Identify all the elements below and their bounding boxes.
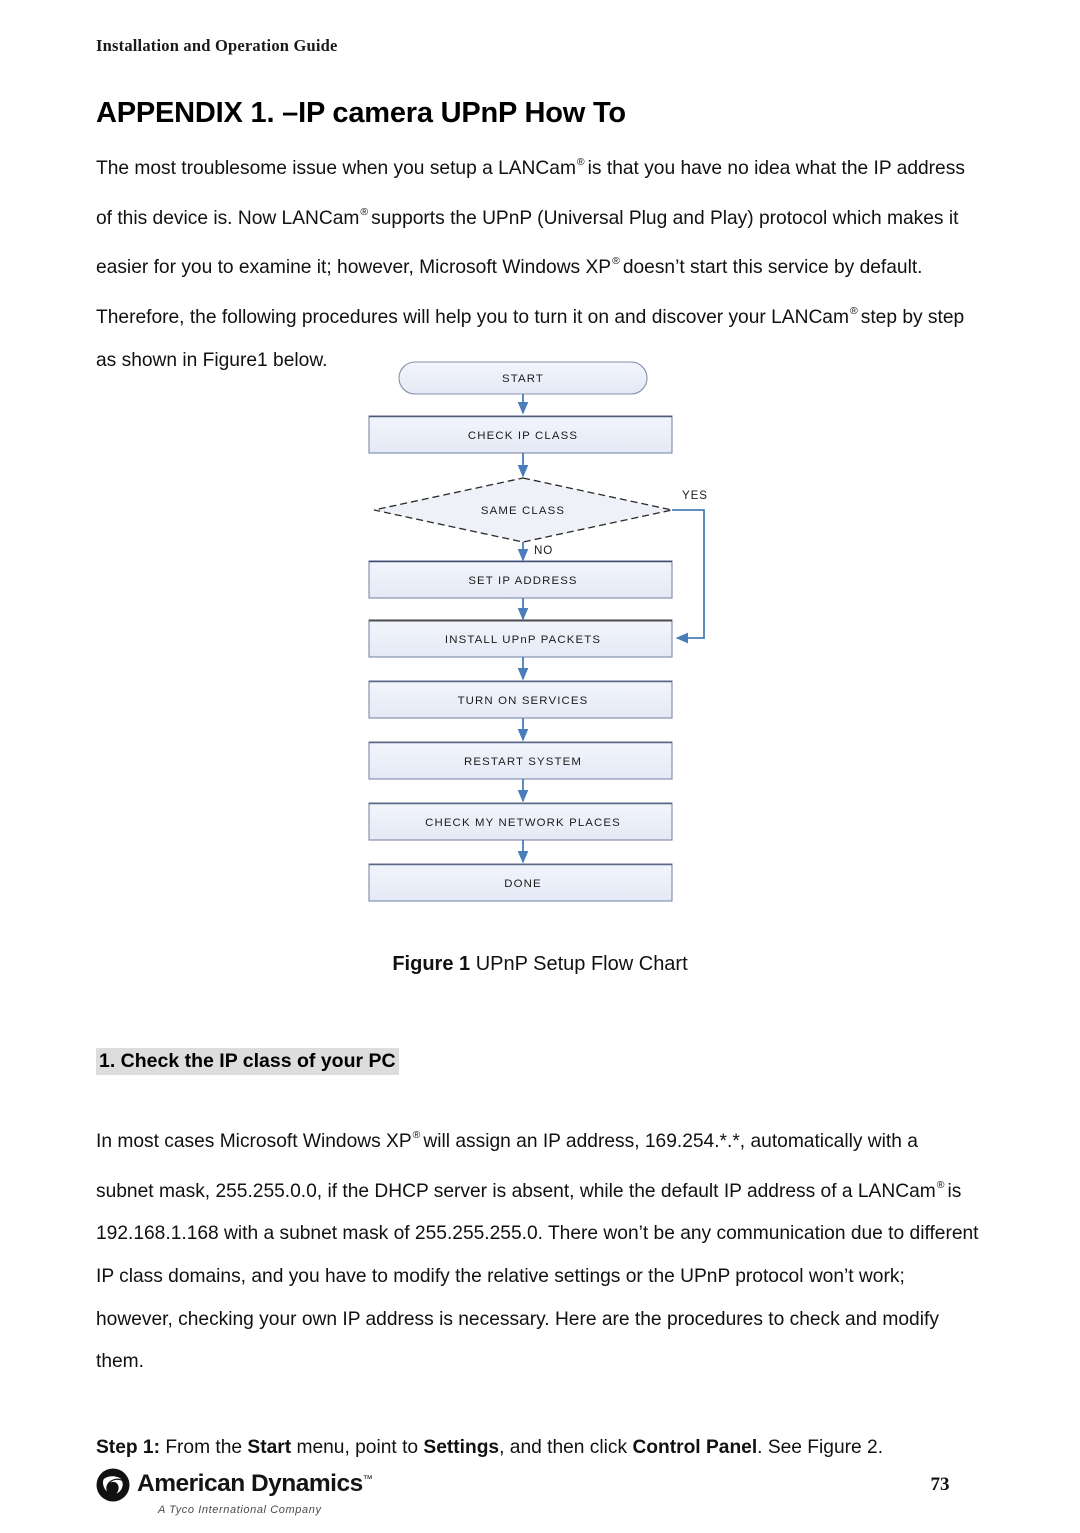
- flow-node-install-upnp-packets-label: INSTALL UPnP PACKETS: [445, 634, 601, 646]
- ipclass-text-1: In most cases Microsoft Windows XP: [96, 1131, 412, 1153]
- ipclass-text-3: is 192.168.1.168 with a subnet mask of 2…: [96, 1180, 979, 1373]
- flow-node-set-ip-address-label: SET IP ADDRESS: [468, 575, 577, 587]
- step-1-bold-settings: Settings: [423, 1437, 500, 1459]
- footer-brand-name: American Dynamics™: [137, 1470, 373, 1498]
- intro-paragraph: The most troublesome issue when you setu…: [96, 141, 980, 382]
- footer-brand-text: American Dynamics: [137, 1470, 363, 1497]
- flow-node-install-upnp-packets: INSTALL UPnP PACKETS: [368, 619, 673, 658]
- flow-node-check-my-network-places-label: CHECK MY NETWORK PLACES: [425, 817, 621, 829]
- footer-tagline: A Tyco International Company: [158, 1504, 322, 1516]
- flow-node-done: DONE: [368, 863, 673, 902]
- section-heading: 1. Check the IP class of your PC: [96, 1048, 399, 1075]
- flow-node-set-ip-address: SET IP ADDRESS: [368, 560, 673, 599]
- flow-node-turn-on-services: TURN ON SERVICES: [368, 680, 673, 719]
- figure-caption-number: Figure 1: [392, 953, 471, 975]
- registered-mark-icon: ®: [412, 1129, 421, 1142]
- step-1-text-4: . See Figure 2.: [757, 1437, 884, 1459]
- registered-mark-icon: ®: [360, 205, 369, 218]
- american-dynamics-logo-icon: [96, 1468, 130, 1502]
- step-1-label: Step 1:: [96, 1437, 160, 1459]
- flow-node-restart-system: RESTART SYSTEM: [368, 741, 673, 780]
- flow-node-restart-system-label: RESTART SYSTEM: [464, 756, 582, 768]
- intro-text-1: The most troublesome issue when you setu…: [96, 158, 576, 180]
- flow-node-check-ip-class: CHECK IP CLASS: [368, 415, 673, 454]
- figure-caption: Figure 1 UPnP Setup Flow Chart: [0, 953, 1080, 976]
- flow-node-same-class-label: SAME CLASS: [481, 505, 565, 517]
- flow-node-done-label: DONE: [504, 878, 542, 890]
- flow-node-check-ip-class-label: CHECK IP CLASS: [468, 430, 578, 442]
- registered-mark-icon: ®: [612, 255, 620, 268]
- page-number: 73: [930, 1474, 950, 1495]
- page-title: APPENDIX 1. –IP camera UPnP How To: [96, 97, 626, 130]
- step-1-bold-control-panel: Control Panel: [632, 1437, 758, 1459]
- registered-mark-icon: ®: [849, 304, 858, 317]
- flow-node-check-my-network-places: CHECK MY NETWORK PLACES: [368, 802, 673, 841]
- upnp-setup-flow-chart: START CHECK IP CLASS SAME CLASS NO YES S…: [352, 352, 744, 932]
- registered-mark-icon: ®: [936, 1178, 945, 1191]
- step-1-bold-start: Start: [247, 1437, 292, 1459]
- ip-class-paragraph: In most cases Microsoft Windows XP® will …: [96, 1114, 980, 1384]
- trademark-icon: ™: [362, 1474, 373, 1485]
- flow-node-start-label: START: [502, 373, 544, 385]
- running-head: Installation and Operation Guide: [96, 36, 338, 55]
- flow-node-turn-on-services-label: TURN ON SERVICES: [458, 695, 589, 707]
- step-1-text-1: From the: [159, 1437, 248, 1459]
- section-heading-label: 1. Check the IP class of your PC: [96, 1048, 399, 1075]
- flow-branch-label-yes: YES: [682, 489, 708, 502]
- step-1-instruction: Step 1: From the Start menu, point to Se…: [96, 1437, 986, 1459]
- registered-mark-icon: ®: [576, 156, 585, 169]
- step-1-text-3: , and then click: [499, 1437, 633, 1459]
- document-page: Installation and Operation Guide APPENDI…: [0, 0, 1080, 1533]
- footer-logo: American Dynamics™ A Tyco International …: [96, 1466, 436, 1524]
- step-1-text-2: menu, point to: [291, 1437, 424, 1459]
- flow-branch-label-no: NO: [534, 544, 553, 557]
- figure-caption-text: UPnP Setup Flow Chart: [470, 953, 688, 975]
- flow-node-start: START: [398, 361, 648, 395]
- flow-node-same-class: SAME CLASS: [373, 477, 673, 543]
